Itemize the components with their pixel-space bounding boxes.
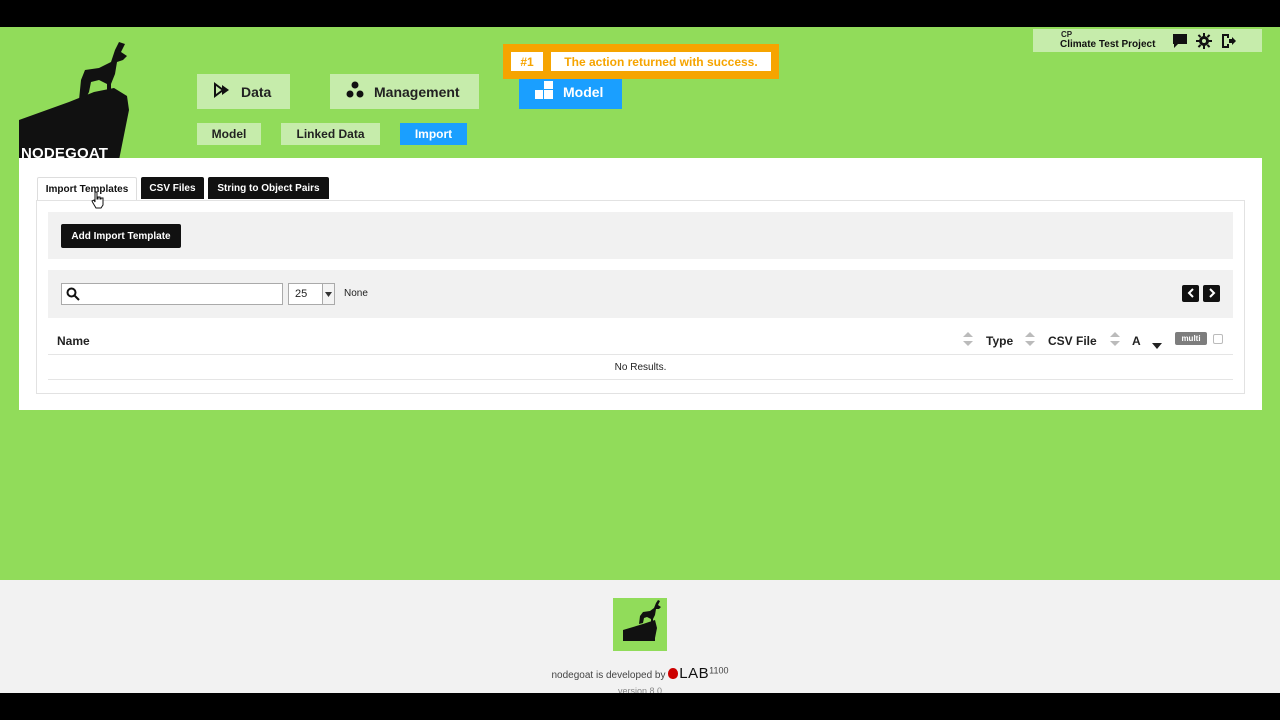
search-box[interactable] xyxy=(61,283,283,305)
notification-number: #1 xyxy=(511,52,543,71)
add-import-template-button[interactable]: Add Import Template xyxy=(61,224,181,248)
app-root: NODEGOAT Data Management Model Model Lin… xyxy=(0,27,1280,696)
management-icon xyxy=(346,81,374,102)
nodegoat-logo[interactable] xyxy=(19,40,131,160)
sort-icon[interactable] xyxy=(1025,332,1035,346)
subnav-linked-data-button[interactable]: Linked Data xyxy=(281,123,380,145)
bottom-letterbox xyxy=(0,693,1280,720)
subnav-model-button[interactable]: Model xyxy=(197,123,261,145)
table-header: Name Type CSV File A multi xyxy=(48,325,1233,355)
nav-management-label: Management xyxy=(374,83,460,100)
empty-table-message: No Results. xyxy=(48,356,1233,380)
sort-icon[interactable] xyxy=(963,332,973,346)
nav-management-button[interactable]: Management xyxy=(330,74,479,109)
hand-cursor-icon xyxy=(91,191,105,214)
previous-page-button[interactable] xyxy=(1182,285,1199,302)
filter-toolbar: 25 None xyxy=(48,270,1233,318)
page-size-select[interactable]: 25 xyxy=(288,283,335,305)
chevron-right-icon xyxy=(1208,285,1216,303)
search-icon xyxy=(66,287,80,306)
column-csv-file-header[interactable]: CSV File xyxy=(1048,334,1097,348)
nav-model-label: Model xyxy=(563,83,604,100)
tab-import-templates[interactable]: Import Templates xyxy=(37,177,137,201)
sort-icon[interactable] xyxy=(1110,332,1120,346)
search-input[interactable] xyxy=(84,285,279,303)
tab-body: Add Import Template 25 None Name Type CS… xyxy=(36,200,1245,394)
subnav-import-button[interactable]: Import xyxy=(400,123,467,145)
filter-status[interactable]: None xyxy=(344,288,368,299)
chevron-down-icon[interactable] xyxy=(322,284,334,304)
tab-csv-files[interactable]: CSV Files xyxy=(141,177,204,199)
project-abbr: CP xyxy=(1061,30,1073,39)
content-panel: Import Templates CSV Files String to Obj… xyxy=(19,158,1262,410)
column-a-header[interactable]: A xyxy=(1132,334,1141,348)
multi-select-badge[interactable]: multi xyxy=(1175,332,1207,345)
data-icon xyxy=(213,82,241,101)
notification-message: The action returned with success. xyxy=(551,52,771,71)
tab-string-object-pairs[interactable]: String to Object Pairs xyxy=(208,177,329,199)
message-icon[interactable] xyxy=(1172,33,1188,49)
select-all-checkbox[interactable] xyxy=(1213,334,1223,344)
success-notification[interactable]: #1 The action returned with success. xyxy=(503,44,779,79)
sort-descending-icon[interactable] xyxy=(1152,336,1162,350)
chevron-left-icon xyxy=(1187,285,1195,303)
next-page-button[interactable] xyxy=(1203,285,1220,302)
lab-name[interactable]: LAB xyxy=(679,665,709,682)
actions-toolbar: Add Import Template xyxy=(48,212,1233,259)
logout-icon[interactable] xyxy=(1220,33,1236,49)
user-box: CP Climate Test Project xyxy=(1033,29,1262,52)
lab-superscript: 1100 xyxy=(709,665,729,676)
project-name[interactable]: Climate Test Project xyxy=(1060,39,1155,50)
footer-logo[interactable] xyxy=(613,598,667,651)
column-name-header[interactable]: Name xyxy=(57,334,90,348)
developed-by-label: nodegoat is developed by xyxy=(551,670,666,681)
nav-model-button[interactable]: Model xyxy=(519,74,622,109)
nav-data-button[interactable]: Data xyxy=(197,74,290,109)
lab1100-logo-icon xyxy=(668,668,679,679)
page-size-value: 25 xyxy=(295,288,308,300)
developed-by-text: nodegoat is developed by LAB1100 xyxy=(0,665,1280,682)
model-icon xyxy=(535,81,563,102)
gear-icon[interactable] xyxy=(1196,33,1212,49)
nav-data-label: Data xyxy=(241,83,272,100)
footer: nodegoat is developed by LAB1100 version… xyxy=(0,580,1280,696)
column-type-header[interactable]: Type xyxy=(986,334,1013,348)
